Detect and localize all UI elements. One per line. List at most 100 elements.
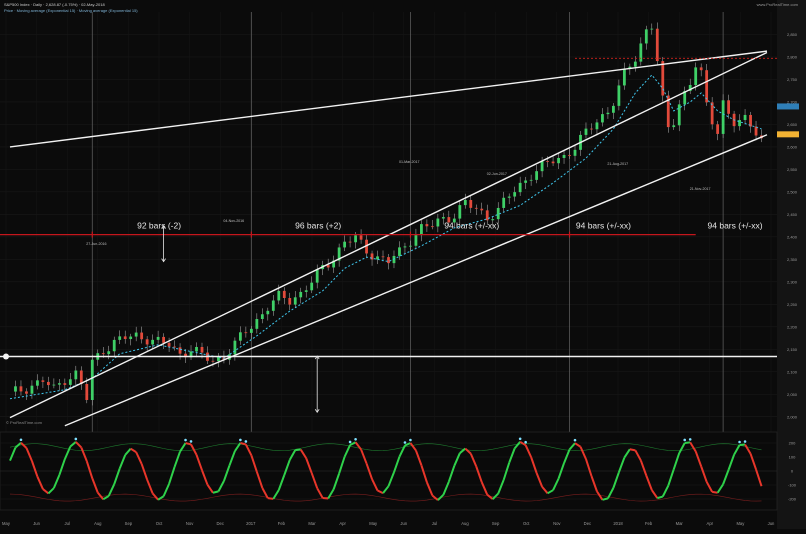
candle-body xyxy=(146,339,149,344)
candle-body xyxy=(678,104,681,125)
candle-body xyxy=(464,200,467,205)
candle-body xyxy=(722,100,725,134)
y-tick-label: 2,550 xyxy=(787,167,798,172)
candle-body xyxy=(409,246,412,247)
osc-segment xyxy=(213,491,218,492)
candle-body xyxy=(201,347,204,353)
candle-body xyxy=(234,341,237,355)
candle-body xyxy=(371,253,374,259)
x-tick-label: Apr xyxy=(339,521,346,526)
candle-body xyxy=(650,29,653,30)
osc-tick-label: -100 xyxy=(788,483,797,488)
candle-body xyxy=(91,360,94,400)
candle-body xyxy=(288,298,291,305)
candle-body xyxy=(393,256,396,263)
y-tick-label: 2,650 xyxy=(787,122,798,127)
candle-body xyxy=(568,155,571,156)
candle-body xyxy=(716,124,719,134)
candle-body xyxy=(140,333,143,340)
candle-body xyxy=(744,115,747,120)
osc-peak-dot xyxy=(519,438,522,441)
candle-body xyxy=(541,161,544,171)
candle-body xyxy=(585,129,588,135)
candle-body xyxy=(700,67,703,70)
x-tick-label: Dec xyxy=(584,521,591,526)
candle-body xyxy=(272,300,275,310)
y-tick-label: 2,850 xyxy=(787,32,798,37)
candle-body xyxy=(415,235,418,246)
candle-body xyxy=(519,183,522,192)
osc-peak-dot xyxy=(349,441,352,444)
candle-body xyxy=(656,29,659,61)
osc-segment xyxy=(186,443,191,444)
candle-body xyxy=(601,114,604,122)
candle-body xyxy=(513,192,516,196)
candle-body xyxy=(530,180,533,181)
x-tick-label: Aug xyxy=(94,521,102,526)
candle-body xyxy=(349,242,352,243)
y-tick-label: 2,450 xyxy=(787,212,798,217)
candle-body xyxy=(266,311,269,314)
osc-peak-dot xyxy=(75,438,78,441)
candle-body xyxy=(42,380,45,382)
date-annotation: 02-Jun-2017 xyxy=(487,172,507,176)
chart-title: S&P500 Index · Daily · 2,628.87 (-0.75%)… xyxy=(4,2,105,7)
candle-body xyxy=(20,386,23,391)
candle-body xyxy=(74,371,77,380)
osc-tick-label: 200 xyxy=(789,441,796,446)
candle-body xyxy=(113,340,116,351)
watermark: www.ProRealTime.com xyxy=(757,2,798,7)
candle-body xyxy=(239,332,242,340)
cycle-label: 94 bars (+/-xx) xyxy=(576,221,631,231)
osc-peak-dot xyxy=(744,440,747,443)
y-tick-label: 2,050 xyxy=(787,392,798,397)
x-tick-label: 2017 xyxy=(246,521,256,526)
osc-tick-label: -200 xyxy=(788,497,797,502)
candle-body xyxy=(168,343,171,347)
x-tick-label: Jul xyxy=(432,521,437,526)
candle-body xyxy=(195,347,198,351)
candle-body xyxy=(124,336,127,339)
candle-body xyxy=(382,256,385,257)
candle-body xyxy=(645,29,648,43)
last-price-tag xyxy=(777,131,799,137)
cycle-label: 94 bars (+/-xx) xyxy=(444,221,499,231)
candle-body xyxy=(157,337,160,340)
candle-body xyxy=(475,208,478,209)
y-tick-label: 2,100 xyxy=(787,369,798,374)
x-tick-label: Nov xyxy=(553,521,561,526)
osc-peak-dot xyxy=(683,439,686,442)
osc-segment xyxy=(630,449,635,450)
candle-body xyxy=(590,129,593,130)
candle-body xyxy=(69,379,72,385)
x-tick-label: Aug xyxy=(461,521,469,526)
candle-body xyxy=(458,205,461,218)
osc-peak-dot xyxy=(20,438,23,441)
candle-body xyxy=(173,347,176,348)
osc-segment xyxy=(712,492,717,493)
x-tick-label: Sep xyxy=(125,521,133,526)
osc-peak-dot xyxy=(574,439,577,442)
x-tick-label: Dec xyxy=(216,521,223,526)
x-tick-label: Jun xyxy=(768,521,775,526)
y-tick-label: 2,350 xyxy=(787,257,798,262)
osc-peak-dot xyxy=(239,439,242,442)
candle-body xyxy=(546,161,549,162)
candle-body xyxy=(283,291,286,298)
oscillator-panel: 2001000-100-200 xyxy=(0,432,797,510)
osc-peak-dot xyxy=(689,438,692,441)
candle-body xyxy=(634,62,637,67)
candle-body xyxy=(387,257,390,263)
candle-body xyxy=(535,171,538,180)
ema-price-tag xyxy=(777,103,799,109)
candle-body xyxy=(14,386,17,391)
candle-body xyxy=(398,247,401,256)
date-annotation: 04-Nov-2016 xyxy=(223,219,244,223)
candle-body xyxy=(557,158,560,163)
support-handle[interactable] xyxy=(3,353,9,359)
price-chart[interactable]: 27-Jun-201604-Nov-201601-Mar-201702-Jun-… xyxy=(0,0,806,529)
osc-tick-label: 100 xyxy=(789,455,796,460)
candle-body xyxy=(508,197,511,198)
date-annotation: 21-Aug-2017 xyxy=(607,162,628,166)
y-tick-label: 2,150 xyxy=(787,347,798,352)
